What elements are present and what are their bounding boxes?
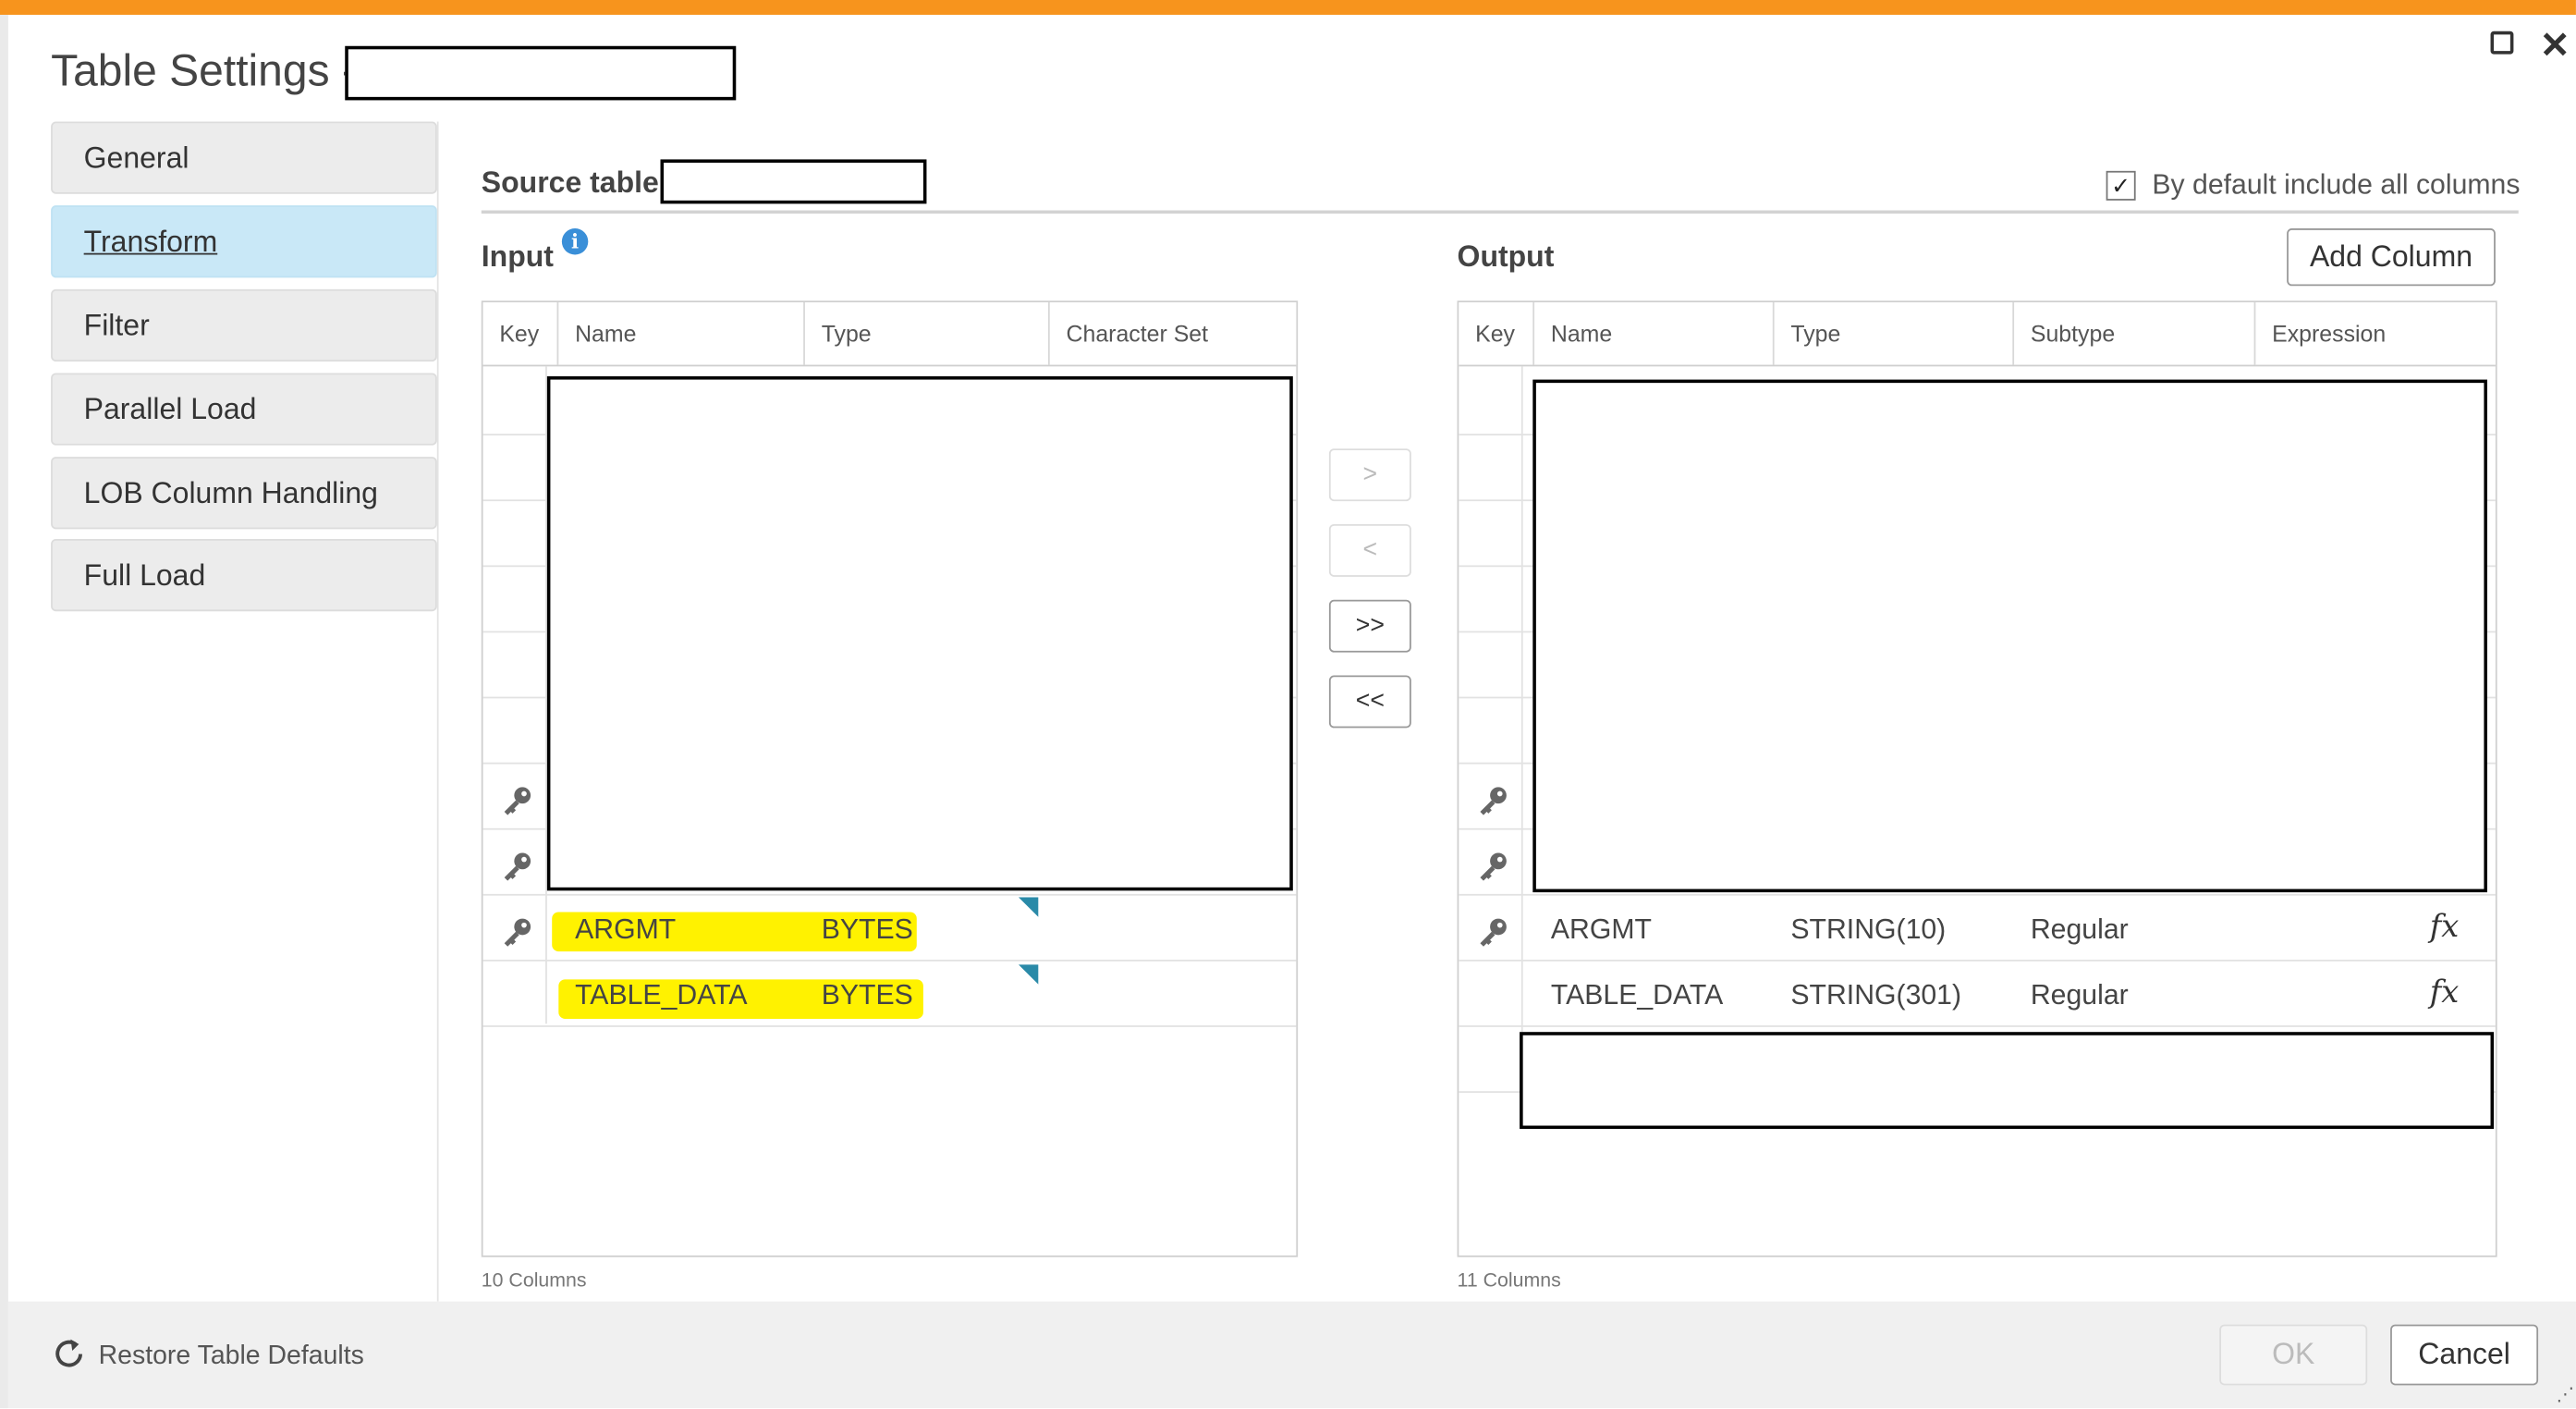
redacted-input-rows (546, 376, 1293, 891)
redacted-output-row (1520, 1032, 2495, 1130)
key-icon (504, 918, 531, 947)
output-row-type: STRING(10) (1790, 913, 1947, 946)
key-icon (504, 852, 531, 881)
restore-defaults-button[interactable] (51, 1336, 87, 1372)
input-title: Input (481, 239, 554, 274)
output-row-subtype: Regular (2030, 979, 2129, 1011)
window-edge (0, 14, 8, 1409)
redacted-table-name (345, 45, 737, 101)
source-divider (481, 210, 2519, 214)
input-row-type: BYTES (821, 979, 913, 1011)
input-col-charset[interactable]: Character Set (1050, 302, 1297, 365)
move-right-button[interactable]: > (1328, 448, 1411, 502)
move-all-left-button[interactable]: << (1328, 675, 1411, 729)
include-all-checkbox[interactable]: ✓ (2106, 170, 2136, 201)
refresh-icon (55, 1339, 83, 1367)
edit-marker-icon (1018, 964, 1039, 985)
input-col-key[interactable]: Key (483, 302, 559, 365)
output-col-key[interactable]: Key (1459, 302, 1535, 365)
input-col-type[interactable]: Type (805, 302, 1050, 365)
info-icon[interactable]: i (561, 228, 589, 255)
input-col-name[interactable]: Name (558, 302, 805, 365)
output-row-subtype: Regular (2030, 913, 2129, 946)
restore-defaults-label[interactable]: Restore Table Defaults (99, 1342, 364, 1372)
edit-marker-icon (1018, 897, 1039, 917)
sidebar-item-lob-column-handling[interactable]: LOB Column Handling (51, 457, 437, 530)
key-icon (1480, 918, 1507, 947)
move-all-right-button[interactable]: >> (1328, 599, 1411, 653)
output-row-name: TABLE_DATA (1550, 979, 1724, 1011)
output-col-subtype[interactable]: Subtype (2014, 302, 2256, 365)
sidebar-item-parallel-load[interactable]: Parallel Load (51, 373, 437, 446)
expression-fx-icon[interactable]: fx (2430, 974, 2460, 1011)
move-left-button[interactable]: < (1328, 523, 1411, 577)
cancel-button[interactable]: Cancel (2390, 1324, 2539, 1386)
sidebar-item-filter[interactable]: Filter (51, 288, 437, 362)
input-columns-grid: Key Name Type Character Set ARGMT BYTES (481, 300, 1299, 1257)
source-table-label: Source table : (481, 165, 678, 200)
input-row-type: BYTES (821, 913, 913, 946)
input-row-name: ARGMT (575, 913, 677, 946)
redacted-output-rows (1532, 379, 2487, 893)
dialog-title: Table Settings - (51, 45, 357, 96)
add-column-button[interactable]: Add Column (2287, 228, 2496, 287)
key-icon (1480, 852, 1507, 881)
input-row-name: TABLE_DATA (575, 979, 748, 1011)
row-divider (1459, 960, 2496, 962)
key-column-line (1520, 366, 1523, 1090)
sidebar-item-transform[interactable]: Transform (51, 205, 437, 278)
expression-fx-icon[interactable]: fx (2430, 909, 2460, 945)
output-col-name[interactable]: Name (1534, 302, 1775, 365)
row-divider (482, 893, 1297, 896)
output-row-name: ARGMT (1550, 913, 1652, 946)
row-divider (1459, 893, 2496, 896)
key-icon (504, 787, 531, 815)
output-grid-header: Key Name Type Subtype Expression (1459, 302, 2496, 367)
key-icon (1480, 787, 1507, 815)
dialog-footer (7, 1301, 2576, 1409)
output-column-count: 11 Columns (1457, 1268, 1561, 1293)
redacted-source-table (660, 159, 927, 204)
row-divider (482, 960, 1297, 962)
output-col-type[interactable]: Type (1775, 302, 2015, 365)
sidebar-item-general[interactable]: General (51, 121, 437, 194)
resize-grip-icon[interactable]: ⋰ (2557, 1384, 2575, 1404)
output-col-expression[interactable]: Expression (2255, 302, 2496, 365)
ok-button[interactable]: OK (2219, 1324, 2368, 1386)
input-grid-header: Key Name Type Character Set (482, 302, 1297, 367)
accent-bar (0, 0, 2576, 15)
include-all-label: By default include all columns (2152, 169, 2521, 201)
row-divider (482, 1025, 1297, 1027)
maximize-button[interactable] (2490, 31, 2514, 55)
sidebar-divider (436, 121, 439, 1302)
output-row-type: STRING(301) (1790, 979, 1962, 1011)
row-divider (1459, 1025, 2496, 1027)
output-title: Output (1457, 239, 1555, 274)
sidebar-item-full-load[interactable]: Full Load (51, 538, 437, 612)
table-settings-dialog: Table Settings - ✕ General Transform Fil… (0, 0, 2576, 1409)
close-icon[interactable]: ✕ (2540, 25, 2570, 67)
input-column-count: 10 Columns (481, 1268, 587, 1293)
output-columns-grid: Key Name Type Subtype Expression ARGMT S… (1457, 300, 2497, 1257)
